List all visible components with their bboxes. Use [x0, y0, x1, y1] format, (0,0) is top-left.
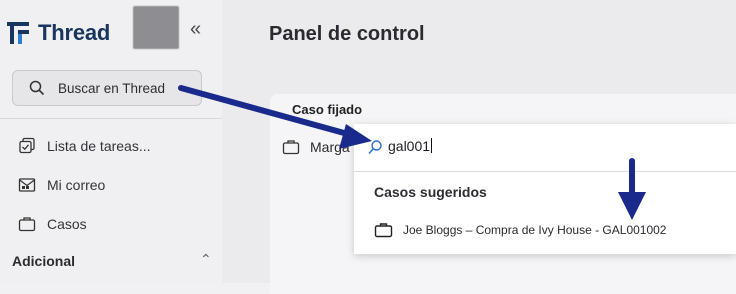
tasks-icon	[19, 137, 35, 154]
search-dropdown: gal001 Casos sugeridos Joe Bloggs – Comp…	[354, 124, 736, 254]
sidebar-item-cases[interactable]: Casos	[18, 215, 87, 233]
pinned-case-label: Marga	[310, 139, 350, 155]
page-title: Panel de control	[269, 23, 425, 45]
text-cursor	[431, 138, 433, 153]
sidebar-item-label: Mi correo	[47, 177, 106, 193]
search-input[interactable]: gal001	[354, 124, 736, 172]
search-icon	[29, 80, 45, 96]
pinned-case-item[interactable]: Marga	[282, 138, 350, 156]
search-icon	[368, 140, 382, 155]
mail-icon	[18, 178, 36, 192]
collapse-sidebar-button[interactable]: «	[190, 18, 201, 41]
briefcase-icon	[18, 217, 36, 232]
search-input-value: gal001	[388, 138, 433, 154]
section-additional[interactable]: Adicional	[12, 253, 75, 269]
briefcase-icon	[282, 140, 300, 155]
pinned-case-heading: Caso fijado	[292, 102, 363, 117]
sidebar-item-label: Lista de tareas...	[47, 138, 151, 154]
chevron-up-icon[interactable]: ⌃	[200, 251, 212, 268]
sidebar-item-tasks[interactable]: Lista de tareas...	[18, 137, 151, 155]
briefcase-icon	[374, 223, 393, 238]
app-name: Thread	[38, 20, 111, 45]
sidebar-item-mail[interactable]: Mi correo	[18, 176, 105, 194]
thread-logo-icon	[7, 22, 29, 44]
app-logo[interactable]: Thread	[7, 20, 110, 46]
search-label: Buscar en Thread	[58, 80, 166, 96]
avatar[interactable]	[133, 6, 179, 49]
suggested-case-item[interactable]: Joe Bloggs – Compra de Ivy House - GAL00…	[374, 221, 666, 239]
sidebar: Thread « Buscar en Thread Lista de tarea…	[0, 0, 222, 283]
sidebar-item-label: Casos	[47, 216, 87, 232]
suggested-cases-heading: Casos sugeridos	[374, 184, 487, 200]
divider	[0, 118, 222, 119]
search-button[interactable]: Buscar en Thread	[12, 70, 202, 106]
suggested-case-label: Joe Bloggs – Compra de Ivy House - GAL00…	[403, 223, 667, 237]
